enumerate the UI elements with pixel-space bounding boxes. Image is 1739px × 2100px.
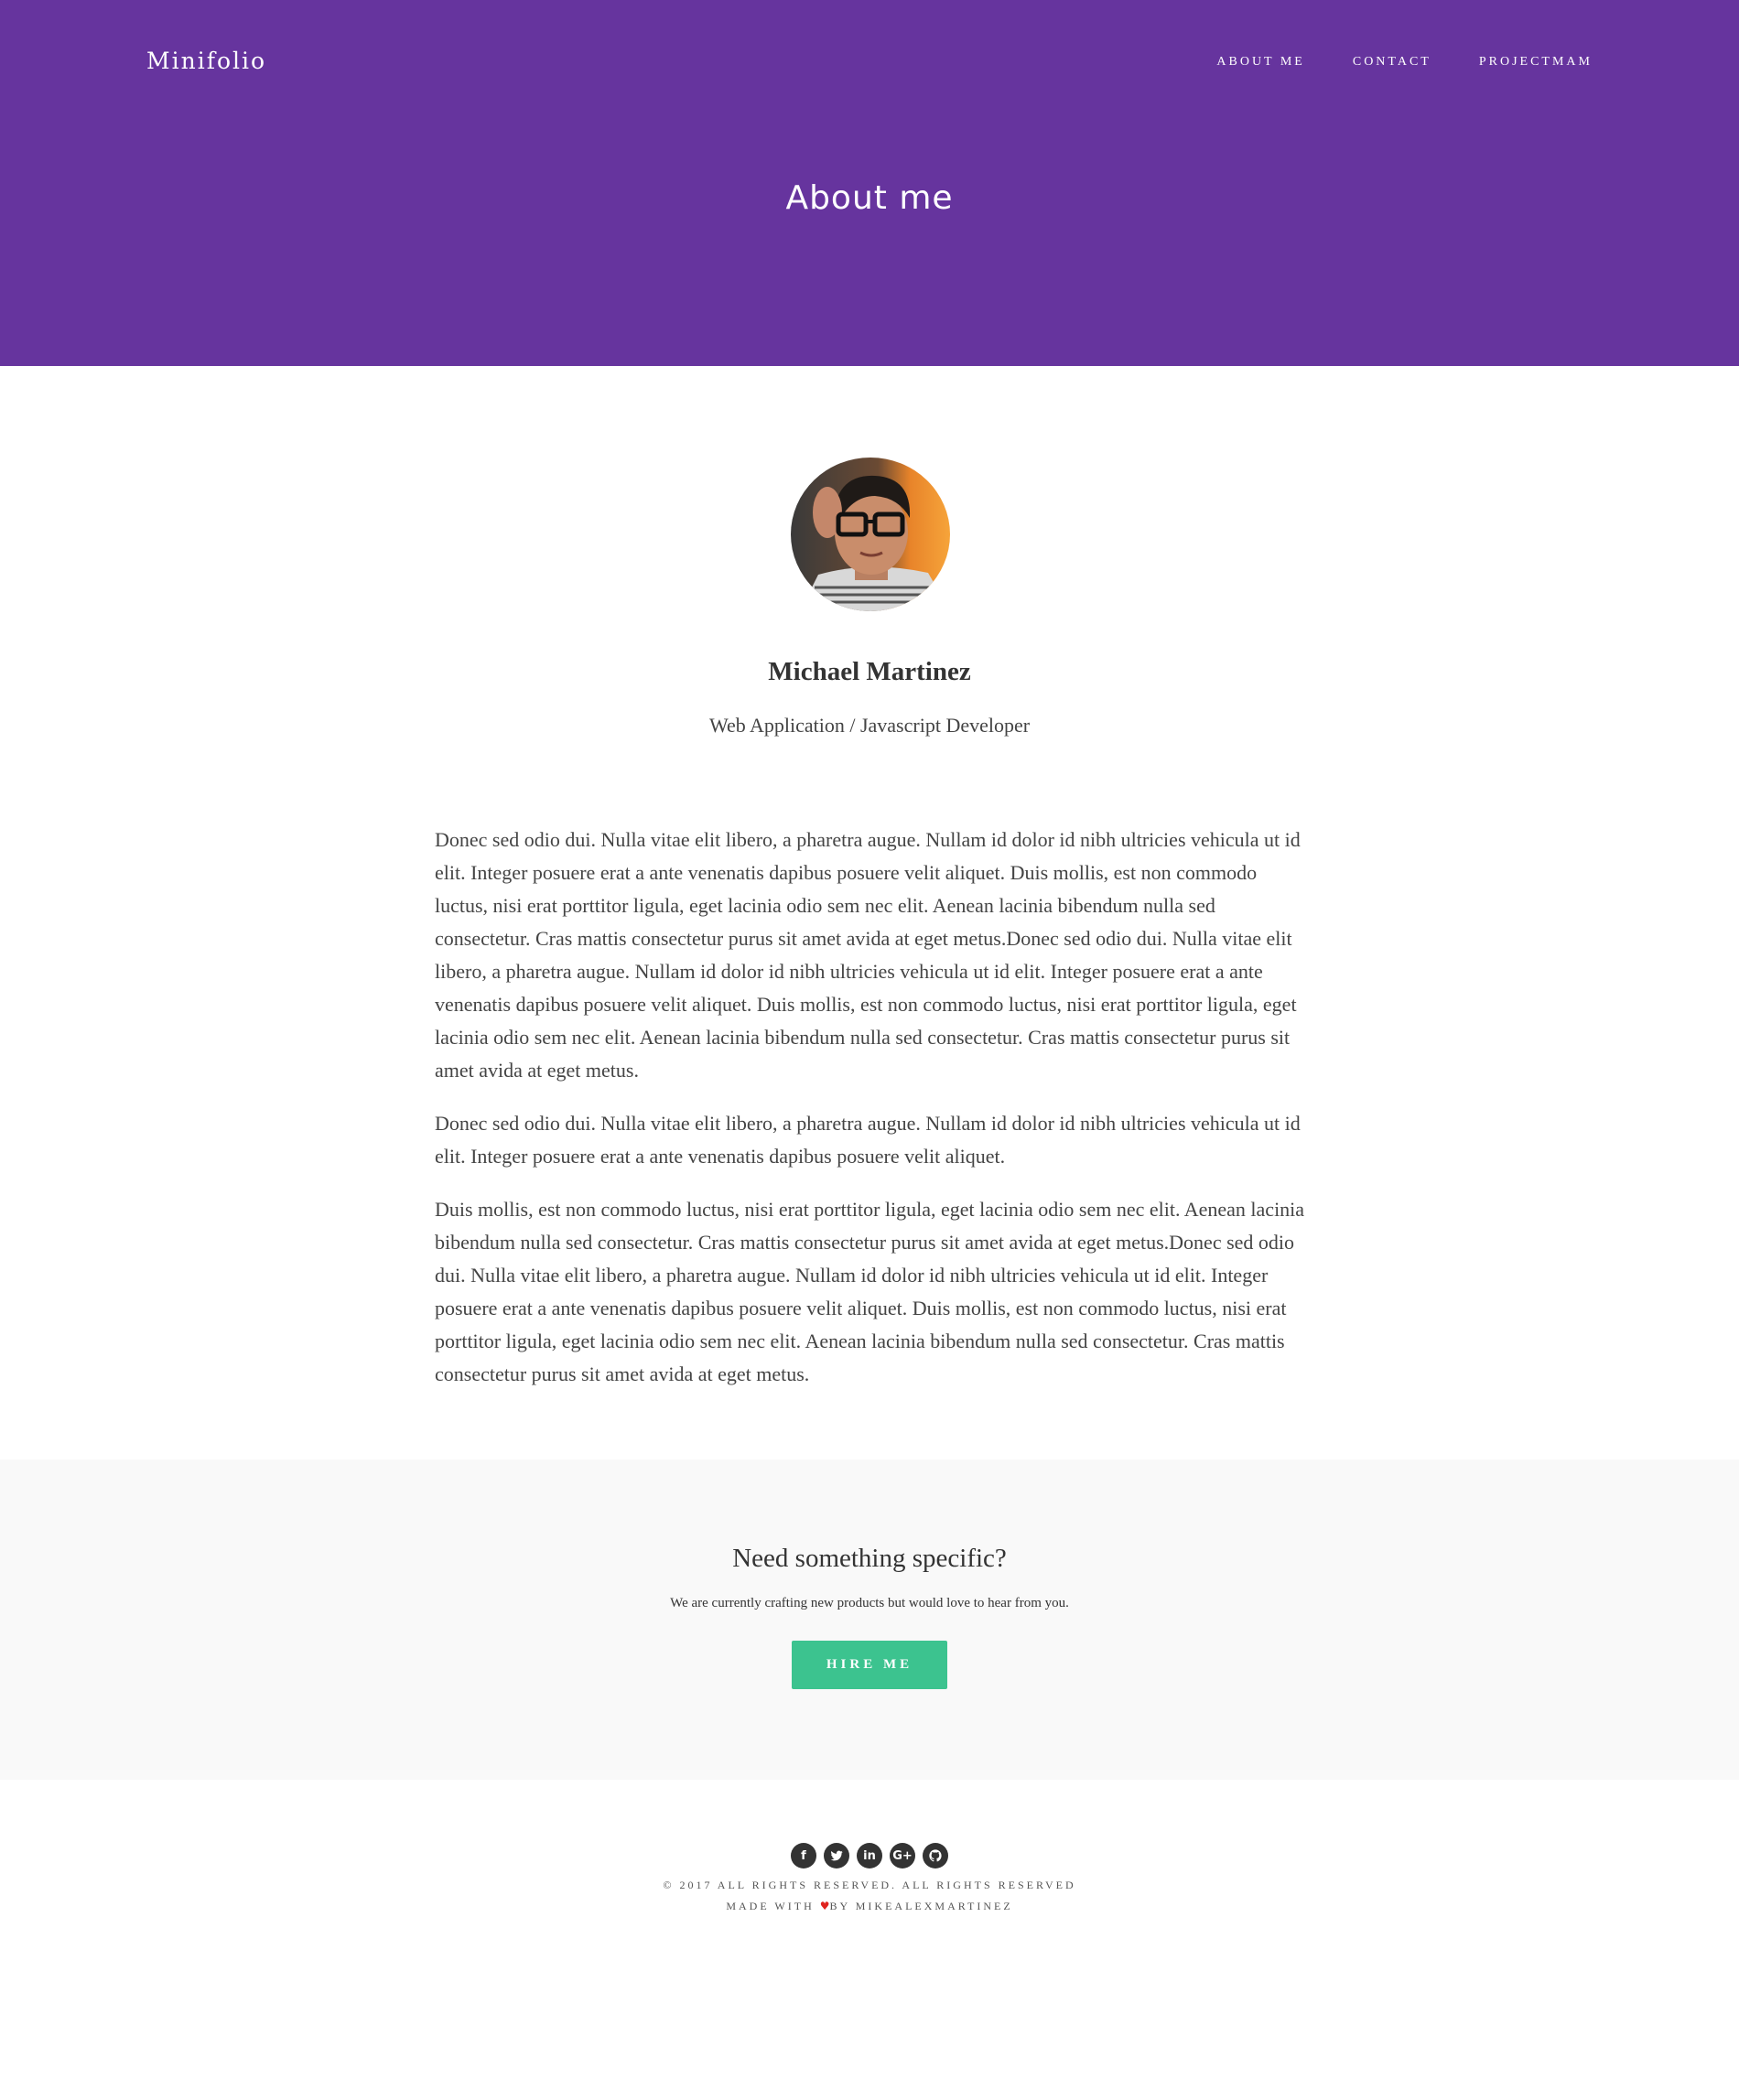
nav-item-contact[interactable]: Contact	[1353, 55, 1431, 70]
made-with-suffix: by mikealexmartinez	[829, 1900, 1013, 1912]
bio-paragraph: Donec sed odio dui. Nulla vitae elit lib…	[435, 1112, 1301, 1168]
page-header: Minifolio About me Contact ProjectMAM Ab…	[0, 0, 1739, 366]
facebook-glyph: f	[801, 1848, 806, 1863]
hire-cta-section: Need something specific? We are currentl…	[0, 1459, 1739, 1780]
profile-name: Michael Martinez	[768, 657, 971, 686]
page-title: About me	[785, 179, 954, 217]
google-plus-glyph: G+	[892, 1848, 913, 1863]
linkedin-glyph: in	[863, 1848, 876, 1863]
main-nav: About me Contact ProjectMAM	[1216, 55, 1593, 70]
made-with-prefix: Made with	[726, 1900, 815, 1912]
copyright-text: © 2017 All rights reserved. All rights r…	[663, 1879, 1076, 1891]
bio-paragraph: Duis mollis, est non commodo luctus, nis…	[435, 1198, 1305, 1385]
nav-item-projectmam[interactable]: ProjectMAM	[1479, 55, 1593, 70]
heart-icon: ♥	[819, 1900, 830, 1912]
nav-item-about-me[interactable]: About me	[1216, 55, 1304, 70]
profile-role: Web Application / Javascript Developer	[708, 714, 1031, 737]
social-links: f in G+	[0, 1843, 1739, 1868]
twitter-icon[interactable]	[824, 1843, 849, 1868]
brand-logo[interactable]: Minifolio	[146, 48, 266, 74]
twitter-bird-icon	[830, 1850, 843, 1861]
linkedin-icon[interactable]: in	[857, 1843, 882, 1868]
google-plus-icon[interactable]: G+	[890, 1843, 915, 1868]
github-octocat-icon	[929, 1849, 942, 1862]
page-footer: f in G+ © 2017 All rights reserved. All …	[0, 1780, 1739, 2100]
bio-paragraph: Donec sed odio dui. Nulla vitae elit lib…	[435, 828, 1301, 1082]
cta-title: Need something specific?	[732, 1544, 1007, 1573]
avatar-portrait-image	[791, 458, 950, 611]
facebook-icon[interactable]: f	[791, 1843, 816, 1868]
profile-section: Michael Martinez Web Application / Javas…	[0, 366, 1739, 1459]
avatar	[791, 458, 950, 611]
made-with-text: Made with ♥by mikealexmartinez	[0, 1900, 1739, 1913]
cta-subtitle: We are currently crafting new products b…	[670, 1596, 1069, 1610]
bio-text: Donec sed odio dui. Nulla vitae elit lib…	[435, 824, 1309, 1411]
hire-me-button[interactable]: Hire me	[792, 1641, 947, 1689]
github-icon[interactable]	[923, 1843, 948, 1868]
